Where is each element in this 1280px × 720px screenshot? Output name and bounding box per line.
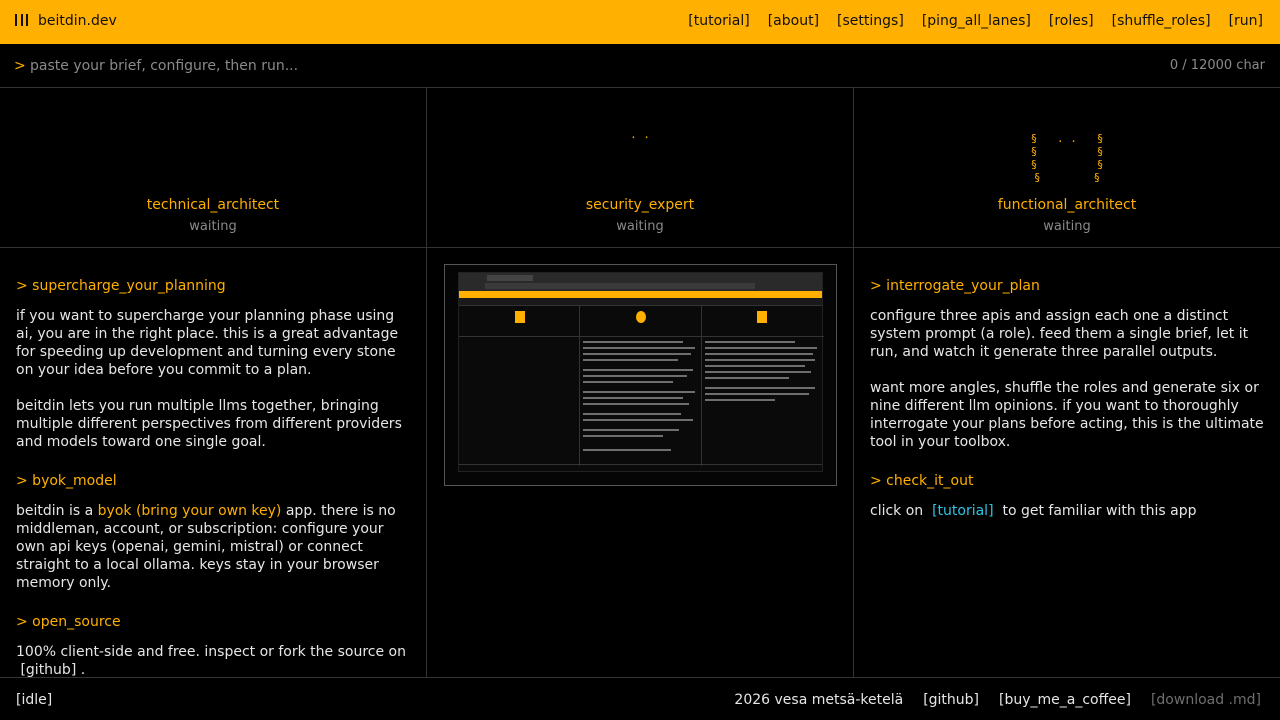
preview-text-line [583,435,663,437]
preview-top-bar [459,291,822,298]
app-preview-image [444,264,837,486]
preview-text-line [705,365,805,367]
footer-credit: 2026 vesa metsä-ketelä [734,692,904,708]
github-inline-link[interactable]: [github] [20,662,76,678]
preview-text-line [705,353,813,355]
preview-text-line [705,347,817,349]
preview-text-line [583,341,683,343]
brand-title[interactable]: beitdin.dev [38,13,117,29]
preview-column [459,336,580,466]
tutorial-text-a: click on [870,503,924,519]
top-nav: [tutorial] [about] [settings] [ping_all_… [688,13,1263,29]
byok-highlight: byok (bring your own key) [97,503,282,519]
footer: [idle] 2026 vesa metsä-ketelä [github] [… [0,677,1280,720]
open-source-period: . [80,662,86,678]
nav-about[interactable]: [about] [768,13,819,29]
preview-text-line [583,419,693,421]
lane-status: waiting [616,219,664,234]
footer-links: 2026 vesa metsä-ketelä [github] [buy_me_… [734,692,1261,708]
preview-text-line [583,397,683,399]
lane-functional-architect[interactable]: § . . § § § § § § § functional_architect… [854,88,1280,248]
preview-text-line [705,377,789,379]
right-panel: > interrogate_your_plan configure three … [854,248,1280,677]
download-md-button[interactable]: [download .md] [1151,692,1261,708]
preview-text-line [583,381,673,383]
status-indicator: [idle] [16,692,53,708]
lane-status: waiting [189,219,237,234]
preview-lane-icon [636,311,646,323]
nav-run[interactable]: [run] [1229,13,1263,29]
heading-interrogate: > interrogate_your_plan [870,278,1040,294]
tutorial-text-b: to get familiar with this app [1002,503,1197,519]
preview-text-line [705,341,795,343]
paragraph-tutorial: click on [tutorial] to get familiar with… [870,502,1264,520]
preview-text-line [705,387,815,389]
lanes-row: technical_architect waiting . . security… [0,88,1280,248]
preview-prompt [459,298,822,306]
heading-open-source: > open_source [16,614,121,630]
footer-coffee-link[interactable]: [buy_me_a_coffee] [999,692,1131,708]
nav-roles[interactable]: [roles] [1049,13,1094,29]
middle-panel [427,248,854,677]
paragraph-open-source: 100% client-side and free. inspect or fo… [16,643,410,679]
preview-column [580,336,702,466]
preview-column [702,336,824,466]
preview-text-line [705,371,811,373]
footer-github-link[interactable]: [github] [923,692,979,708]
preview-text-line [583,429,679,431]
preview-text-line [583,353,691,355]
preview-text-line [705,359,815,361]
preview-browser-chrome [459,273,822,291]
nav-settings[interactable]: [settings] [837,13,904,29]
top-bar: beitdin.dev [tutorial] [about] [settings… [0,0,1280,44]
heading-byok: > byok_model [16,473,117,489]
preview-window [458,272,824,472]
nav-ping-all-lanes[interactable]: [ping_all_lanes] [922,13,1031,29]
preview-text-line [583,347,695,349]
preview-text-line [583,403,689,405]
preview-lane-icon [757,311,767,323]
preview-text-line [583,413,681,415]
preview-text-line [583,375,687,377]
lane-role: functional_architect [997,197,1137,213]
preview-text-line [583,449,671,451]
paragraph-byok: beitdin is a byok (bring your own key) a… [16,502,410,592]
preview-text-line [583,391,695,393]
heading-supercharge: > supercharge_your_planning [16,278,226,294]
preview-text-line [705,393,809,395]
byok-text-a: beitdin is a [16,503,98,519]
open-source-text: 100% client-side and free. inspect or fo… [16,644,406,660]
preview-footer [459,464,822,471]
paragraph-configure: configure three apis and assign each one… [870,308,1249,360]
lane-security-expert[interactable]: . . security_expert waiting [427,88,854,248]
prompt-caret: > [14,58,26,74]
preview-lane-icon [515,311,525,323]
char-counter: 0 / 12000 char [1169,58,1265,73]
preview-text-line [583,359,678,361]
preview-text-line [705,399,775,401]
brief-input[interactable] [30,56,930,76]
left-panel: > supercharge_your_planning if you want … [0,248,427,679]
lane-role: technical_architect [146,197,280,213]
lane-ascii-art: § . . § § § § § § § [1030,132,1104,184]
paragraph-shuffle: want more angles, shuffle the roles and … [870,380,1264,450]
menu-icon[interactable] [15,14,28,28]
nav-tutorial[interactable]: [tutorial] [688,13,749,29]
nav-shuffle-roles[interactable]: [shuffle_roles] [1112,13,1211,29]
paragraph-multi-llm: beitdin lets you run multiple llms toget… [16,398,402,450]
paragraph-intro: if you want to supercharge your planning… [16,308,399,378]
lane-technical-architect[interactable]: technical_architect waiting [0,88,427,248]
heading-check-it-out: > check_it_out [870,473,974,489]
lane-ascii-art: . . [630,128,650,141]
tutorial-inline-link[interactable]: [tutorial] [932,503,993,519]
brief-prompt-row: > 0 / 12000 char [0,44,1280,88]
lane-role: security_expert [585,197,695,213]
preview-text-line [583,369,693,371]
lane-status: waiting [1043,219,1091,234]
